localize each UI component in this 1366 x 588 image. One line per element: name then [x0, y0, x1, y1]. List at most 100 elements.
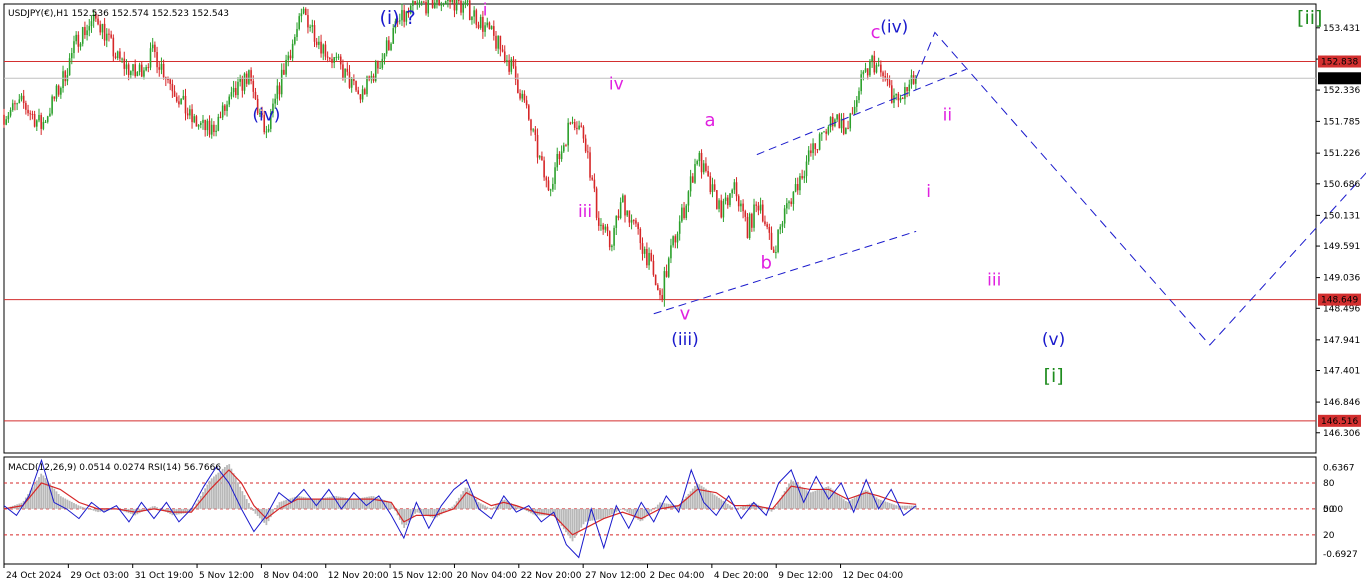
candle-body	[580, 125, 583, 127]
macd-bar	[92, 508, 95, 511]
candle-body	[108, 33, 110, 35]
macd-bar	[466, 487, 469, 509]
candle-body	[624, 195, 626, 216]
macd-bar	[84, 507, 86, 509]
candle-body	[475, 10, 478, 25]
macd-bar	[541, 508, 543, 516]
candle-body	[705, 163, 707, 171]
candle-body	[29, 113, 32, 115]
indicator-tick-label: 0.00	[1323, 505, 1343, 515]
candle-body	[726, 197, 729, 206]
candle-body	[814, 143, 817, 150]
candle-body	[14, 103, 16, 105]
macd-bar	[213, 476, 215, 509]
candle-body	[906, 86, 908, 92]
candle-body	[755, 204, 758, 206]
x-tick-label: 8 Nov 04:00	[263, 571, 318, 581]
candle-body	[803, 176, 806, 179]
candle-body	[449, 0, 451, 2]
price-tick-label: 146.306	[1323, 429, 1360, 439]
x-tick-label: 12 Nov 20:00	[328, 571, 389, 581]
x-tick-label: 31 Oct 19:00	[135, 571, 194, 581]
x-tick-label: 24 Oct 2024	[6, 571, 62, 581]
candle-body	[823, 131, 825, 133]
candle-body	[716, 190, 718, 209]
macd-bar	[610, 508, 613, 515]
wave-label: i	[926, 182, 931, 202]
macd-bar	[401, 508, 403, 525]
price-tick-label: 148.496	[1323, 304, 1360, 314]
indicator-title: MACD(12,26,9) 0.0514 0.0274 RSI(14) 56.7…	[8, 463, 221, 473]
macd-bar	[425, 508, 427, 516]
macd-bar	[250, 507, 252, 509]
price-tick-label: 149.036	[1323, 274, 1360, 284]
wave-label: (i) ?	[379, 7, 415, 29]
candle-body	[619, 202, 622, 218]
macd-bar	[403, 508, 406, 528]
candle-body	[289, 55, 292, 59]
candle-body	[423, 1, 425, 3]
candle-body	[433, 2, 436, 8]
macd-bar	[416, 508, 419, 513]
candle-body	[794, 184, 797, 192]
macd-bar	[652, 508, 655, 510]
candle-body	[381, 58, 384, 68]
candle-body	[764, 221, 766, 225]
candle-body	[206, 120, 209, 131]
candle-body	[154, 44, 156, 53]
candle-body	[224, 105, 226, 111]
candle-body	[818, 134, 821, 150]
candle-body	[385, 40, 388, 54]
candle-body	[587, 151, 589, 153]
macd-bar	[834, 491, 836, 509]
candle-body	[40, 115, 42, 129]
macd-bar	[812, 491, 814, 509]
candle-body	[501, 49, 504, 52]
wave-label: (iv)	[880, 17, 908, 37]
candle-body	[458, 0, 460, 1]
macd-bar	[182, 508, 185, 514]
macd-bar	[431, 508, 434, 518]
candle-body	[200, 122, 202, 125]
candle-body	[545, 177, 548, 181]
candle-body	[735, 182, 738, 197]
candle-body	[796, 184, 799, 191]
macd-bar	[90, 508, 93, 510]
candle-body	[427, 0, 430, 14]
candle-body	[674, 236, 677, 243]
level-badge-label: 148.649	[1321, 296, 1358, 306]
level-badge-label: 146.516	[1321, 417, 1358, 427]
candle-body	[490, 26, 493, 30]
macd-bar	[731, 506, 734, 509]
candle-body	[252, 80, 255, 92]
x-tick-label: 5 Nov 12:00	[199, 571, 254, 581]
macd-bar	[42, 475, 45, 509]
candle-body	[215, 130, 217, 133]
candle-body	[637, 223, 639, 229]
candle-body	[519, 93, 521, 99]
candle-body	[254, 91, 257, 99]
candle-body	[68, 58, 71, 76]
candle-body	[182, 95, 185, 99]
candle-body	[608, 231, 611, 248]
candle-body	[280, 69, 283, 95]
candle-body	[639, 228, 642, 244]
candle-body	[888, 80, 891, 86]
candle-body	[838, 114, 841, 129]
candle-body	[692, 176, 694, 183]
macd-bar	[298, 496, 301, 509]
candle-body	[311, 25, 314, 27]
candle-body	[560, 151, 563, 160]
candle-body	[770, 232, 773, 250]
macd-bar	[449, 508, 451, 509]
candle-body	[416, 2, 419, 4]
candle-body	[377, 61, 379, 69]
candle-body	[681, 207, 683, 222]
candle-body	[707, 170, 709, 177]
candle-body	[751, 213, 753, 228]
candle-body	[641, 243, 644, 254]
macd-bar	[709, 491, 712, 509]
macd-bar	[254, 508, 257, 514]
candle-body	[237, 81, 239, 96]
macd-bar	[630, 508, 633, 516]
